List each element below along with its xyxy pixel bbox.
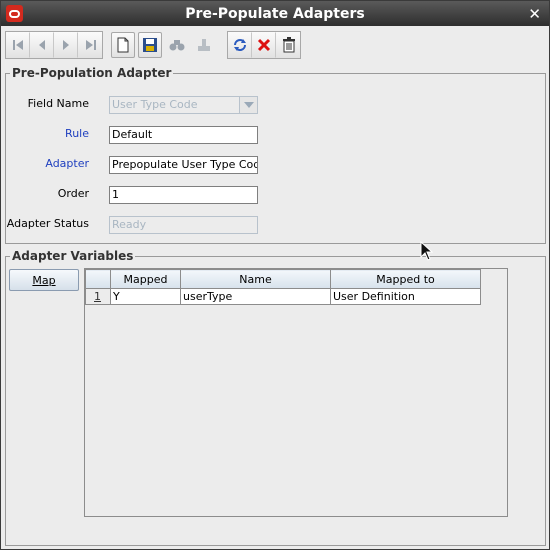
adapter-variables-title: Adapter Variables (10, 249, 136, 263)
mouse-cursor-icon (420, 241, 434, 261)
cell-mapped-to[interactable]: User Definition (330, 288, 481, 305)
next-record-icon[interactable] (54, 32, 78, 58)
adapter-status-label: Adapter Status (6, 217, 89, 230)
previous-record-icon[interactable] (30, 32, 54, 58)
order-label: Order (57, 187, 89, 200)
cell-name[interactable]: userType (180, 288, 331, 305)
trash-icon[interactable] (276, 32, 300, 58)
pre-population-adapter-title: Pre-Population Adapter (10, 66, 174, 80)
field-name-combobox[interactable]: User Type Code (109, 96, 240, 114)
cell-mapped[interactable]: Y (110, 288, 181, 305)
variables-table: Mapped Name Mapped to 1 Y userType User … (84, 268, 508, 517)
last-record-icon[interactable] (78, 32, 102, 58)
row-number[interactable]: 1 (85, 288, 111, 305)
close-window-icon[interactable]: ✕ (528, 5, 541, 23)
delete-x-icon[interactable] (252, 32, 276, 58)
pre-populate-adapters-window: Pre-Populate Adapters ✕ Pre-Population A… (0, 0, 550, 550)
save-icon[interactable] (138, 32, 162, 58)
field-name-label: Field Name (27, 97, 89, 110)
refresh-icon[interactable] (228, 32, 252, 58)
title-bar[interactable]: Pre-Populate Adapters ✕ (1, 1, 549, 26)
column-header-name[interactable]: Name (180, 269, 331, 289)
order-field[interactable]: 1 (109, 186, 258, 204)
table-row[interactable]: 1 Y userType User Definition (85, 288, 481, 305)
row-number-header (85, 269, 111, 289)
adapter-label: Adapter (45, 157, 89, 170)
record-action-group (227, 31, 301, 59)
search-icon[interactable] (165, 32, 189, 58)
adapter-field[interactable]: Prepopulate User Type Cod (109, 156, 258, 174)
map-button[interactable]: Map (9, 269, 79, 291)
rule-field[interactable]: Default (109, 126, 258, 144)
clear-icon[interactable] (192, 32, 216, 58)
window-title: Pre-Populate Adapters (185, 5, 365, 22)
oracle-app-icon (6, 5, 23, 22)
adapter-status-field: Ready (109, 216, 258, 234)
rule-label: Rule (65, 127, 89, 140)
navigation-group (5, 31, 103, 59)
new-document-icon[interactable] (111, 32, 135, 58)
column-header-mapped[interactable]: Mapped (110, 269, 181, 289)
first-record-icon[interactable] (6, 32, 30, 58)
column-header-mapped-to[interactable]: Mapped to (330, 269, 481, 289)
toolbar (5, 30, 309, 60)
chevron-down-icon[interactable] (239, 96, 258, 114)
